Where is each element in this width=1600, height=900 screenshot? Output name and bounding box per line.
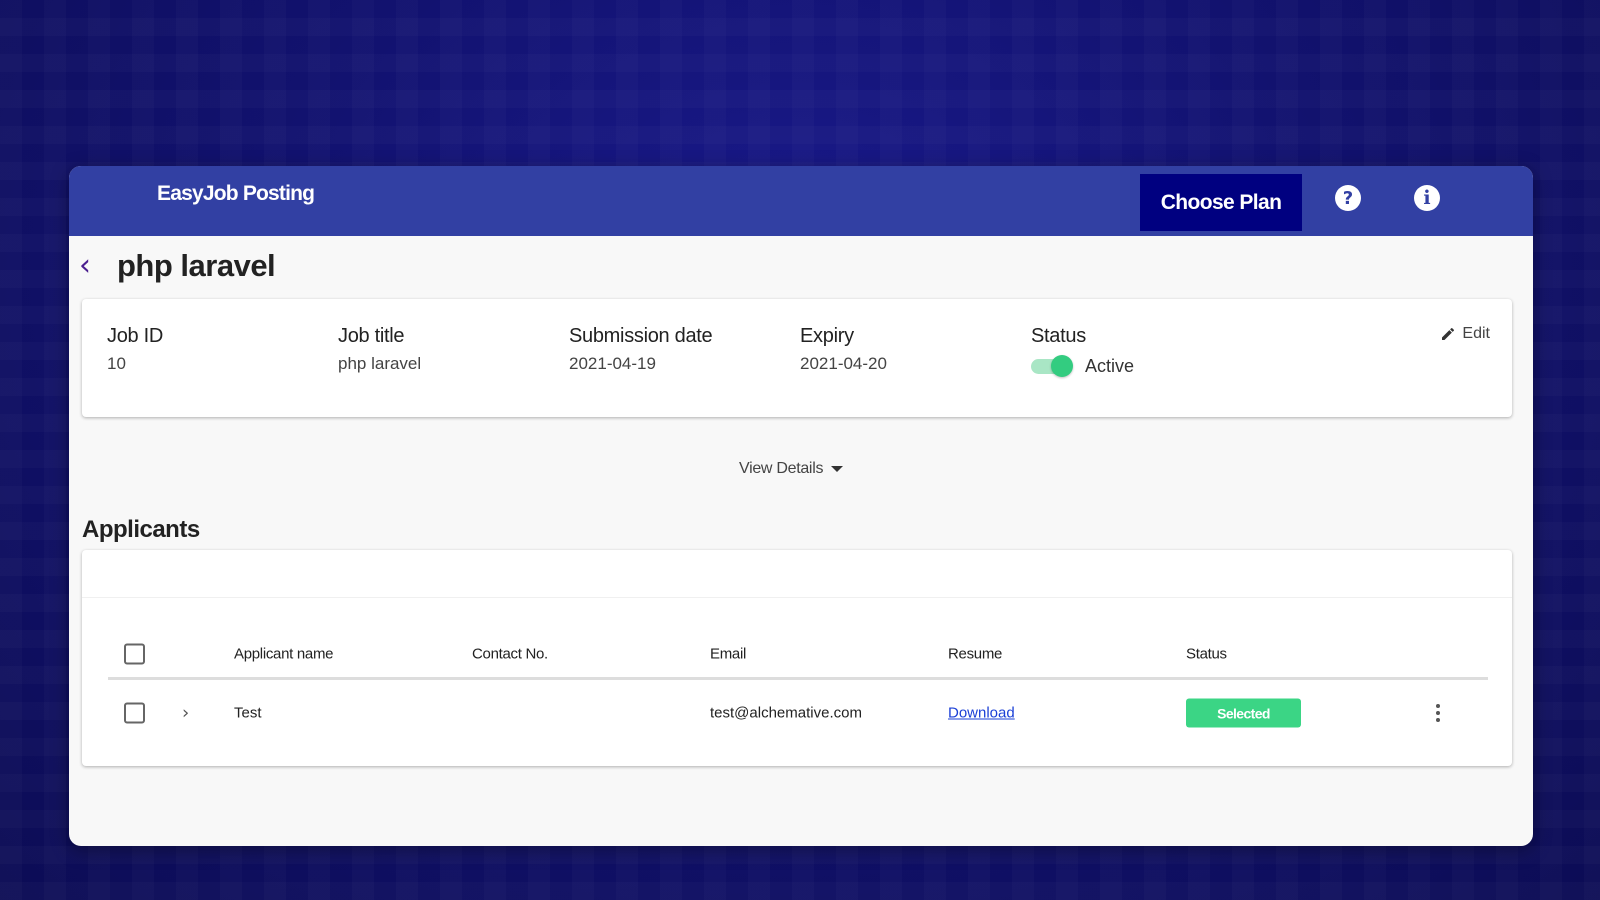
field-label: Job title — [338, 325, 405, 347]
brand-logo[interactable]: EasyJob Posting — [157, 182, 315, 206]
field-label: Expiry — [800, 325, 854, 347]
applicants-table: Applicant name Contact No. Email Resume … — [108, 630, 1488, 746]
job-title-field: Job title php laravel — [338, 325, 421, 374]
job-id-field: Job ID 10 — [107, 325, 163, 374]
field-label: Job ID — [107, 325, 164, 347]
caret-down-icon — [831, 466, 844, 472]
field-value: 10 — [107, 354, 126, 373]
field-value: php laravel — [338, 354, 422, 373]
view-details-label: View Details — [739, 460, 824, 477]
status-value: Active — [1085, 355, 1135, 376]
page-title: php laravel — [117, 248, 276, 283]
choose-plan-button[interactable]: Choose Plan — [1140, 174, 1302, 231]
select-all-checkbox[interactable] — [124, 643, 145, 664]
row-actions-kebab-icon[interactable] — [1430, 702, 1446, 724]
page-header: ‹ php laravel — [79, 248, 276, 284]
help-icon[interactable]: ? — [1335, 185, 1361, 211]
edit-button[interactable]: Edit — [1440, 325, 1490, 343]
column-header-status[interactable]: Status — [1186, 645, 1227, 662]
row-checkbox[interactable] — [124, 702, 145, 724]
applicant-name: Test — [234, 704, 262, 722]
info-icon[interactable]: i — [1414, 185, 1440, 211]
applicant-email: test@alchemative.com — [710, 704, 862, 722]
pencil-icon — [1442, 327, 1455, 340]
view-details-toggle[interactable]: View Details — [739, 460, 844, 478]
applicants-card: Applicant name Contact No. Email Resume … — [82, 550, 1512, 766]
status-badge[interactable]: Selected — [1186, 698, 1301, 728]
table-toolbar — [82, 550, 1512, 598]
expiry-field: Expiry 2021-04-20 — [800, 325, 887, 374]
column-header-email[interactable]: Email — [710, 645, 746, 662]
column-header-name[interactable]: Applicant name — [234, 645, 334, 662]
back-chevron-icon[interactable]: ‹ — [79, 251, 109, 281]
field-value: 2021-04-20 — [800, 354, 887, 373]
table-header-row: Applicant name Contact No. Email Resume … — [108, 630, 1488, 680]
expand-row-chevron-icon[interactable]: › — [182, 703, 189, 724]
resume-download-link[interactable]: Download — [948, 705, 1015, 722]
status-toggle-wrap: Active — [1031, 355, 1134, 377]
toggle-knob — [1051, 355, 1073, 377]
edit-label: Edit — [1462, 325, 1490, 342]
status-field: Status Active — [1031, 325, 1134, 377]
field-label: Submission date — [569, 325, 713, 347]
applicants-heading: Applicants — [82, 516, 200, 543]
field-label: Status — [1031, 325, 1086, 347]
app-window: EasyJob Posting Choose Plan ? i ‹ php la… — [69, 166, 1533, 846]
column-header-resume[interactable]: Resume — [948, 645, 1002, 662]
field-value: 2021-04-19 — [569, 354, 656, 373]
top-navigation-bar: EasyJob Posting Choose Plan ? i — [69, 166, 1533, 236]
table-row: › Test test@alchemative.com Download Sel… — [108, 680, 1488, 746]
job-summary-card: Job ID 10 Job title php laravel Submissi… — [82, 299, 1512, 417]
status-toggle[interactable] — [1031, 355, 1073, 377]
column-header-contact[interactable]: Contact No. — [472, 645, 548, 662]
submission-date-field: Submission date 2021-04-19 — [569, 325, 713, 374]
